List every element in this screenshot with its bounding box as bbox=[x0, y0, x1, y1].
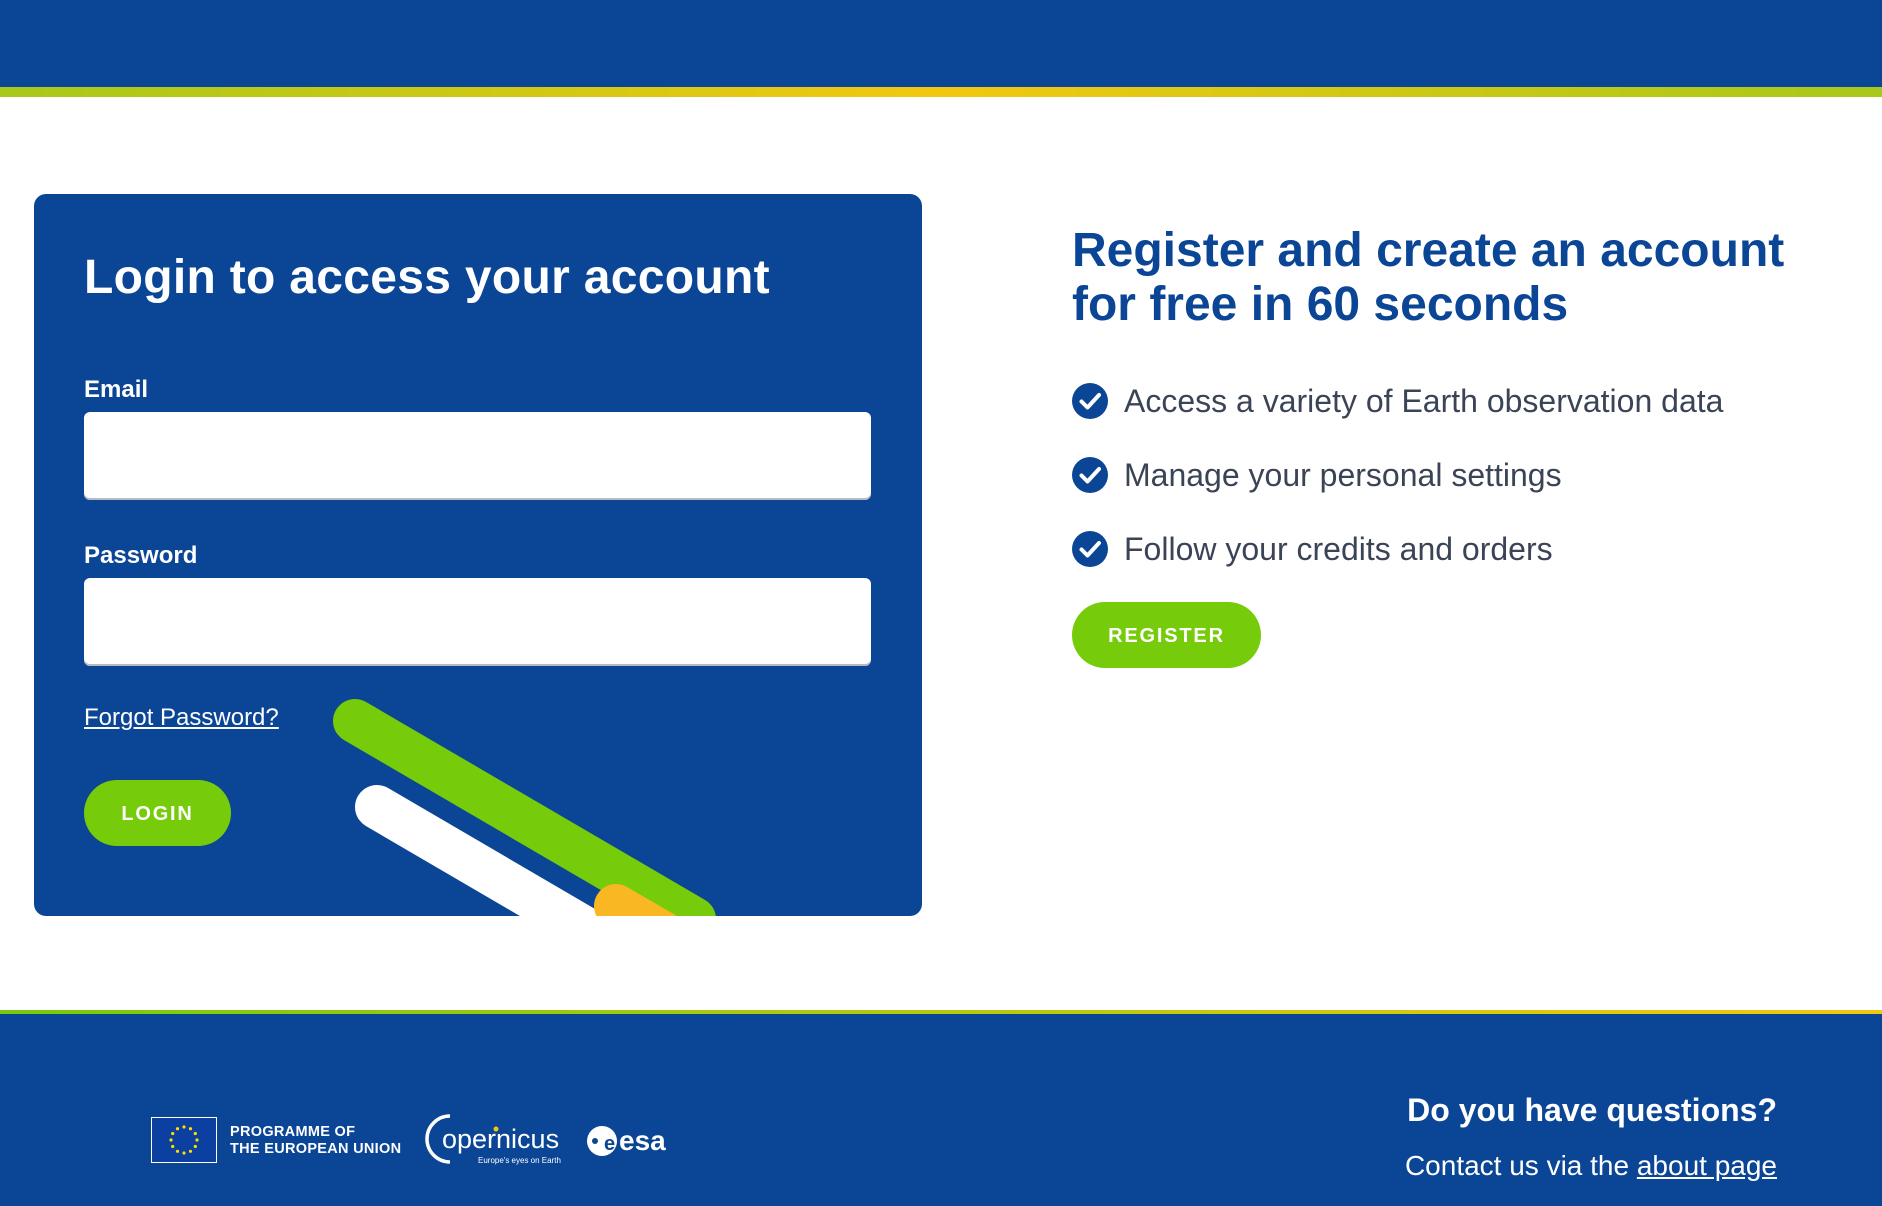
footer: PROGRAMME OF THE EUROPEAN UNION opernicu… bbox=[0, 1014, 1882, 1206]
header-bar bbox=[0, 0, 1882, 87]
benefit-text: Follow your credits and orders bbox=[1124, 530, 1553, 567]
benefit-item: Access a variety of Earth observation da… bbox=[1072, 383, 1723, 419]
svg-text:esa: esa bbox=[619, 1125, 666, 1156]
check-circle-icon bbox=[1072, 383, 1108, 419]
register-title: Register and create an account for free … bbox=[1072, 224, 1832, 332]
benefit-item: Manage your personal settings bbox=[1072, 457, 1562, 493]
help-title: Do you have questions? bbox=[1407, 1092, 1777, 1128]
login-card: Login to access your account Email Passw… bbox=[34, 194, 922, 916]
register-title-line2: for free in 60 seconds bbox=[1072, 278, 1569, 331]
header-accent-stripe bbox=[0, 87, 1882, 97]
benefit-text: Access a variety of Earth observation da… bbox=[1124, 382, 1724, 419]
check-circle-icon bbox=[1072, 531, 1108, 567]
esa-logo: e esa bbox=[587, 1125, 666, 1156]
copernicus-logo: opernicus Europe's eyes on Earth bbox=[425, 1114, 561, 1165]
eu-flag-icon bbox=[151, 1117, 217, 1163]
check-circle-icon bbox=[1072, 457, 1108, 493]
decorative-stripes bbox=[333, 699, 716, 916]
help-text: Contact us via the about page bbox=[1404, 1150, 1777, 1181]
benefit-item: Follow your credits and orders bbox=[1072, 531, 1553, 567]
benefit-text: Manage your personal settings bbox=[1124, 456, 1562, 493]
eu-programme-label: PROGRAMME OF THE EUROPEAN UNION bbox=[230, 1124, 402, 1157]
register-title-line1: Register and create an account bbox=[1072, 224, 1785, 277]
about-page-link[interactable]: about page bbox=[1637, 1150, 1777, 1181]
svg-text:opernicus: opernicus bbox=[442, 1124, 559, 1154]
svg-text:Europe's eyes on Earth: Europe's eyes on Earth bbox=[478, 1156, 561, 1165]
register-button[interactable]: REGISTER bbox=[1072, 602, 1261, 668]
svg-text:e: e bbox=[604, 1133, 615, 1155]
